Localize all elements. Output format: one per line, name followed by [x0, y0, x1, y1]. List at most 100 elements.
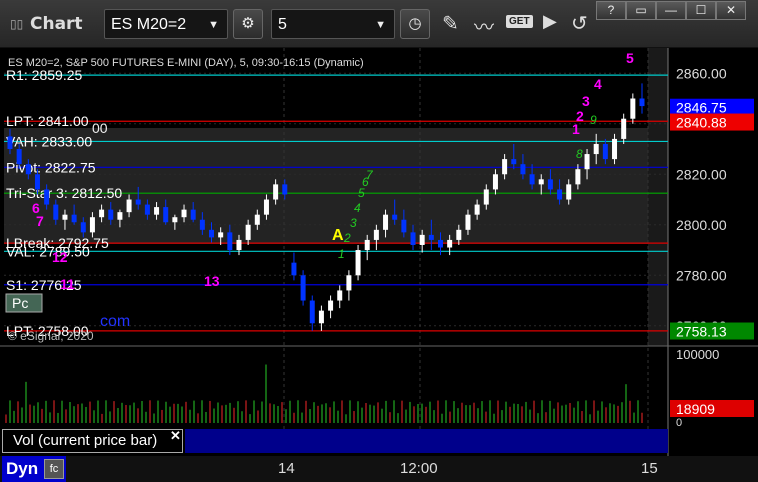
replay-icon[interactable]: ↺	[571, 11, 588, 36]
restore-button[interactable]: ▭	[626, 1, 656, 20]
candle-body	[575, 169, 581, 185]
candle-body	[34, 174, 40, 190]
help-button[interactable]: ?	[596, 1, 626, 20]
interval-value: 5	[278, 16, 287, 33]
candle-body	[447, 239, 453, 248]
x-tick-1200: 12:00	[400, 460, 438, 477]
candle-body	[282, 184, 288, 195]
price-chart[interactable]: R1: 2859.25LPT: 2841.00VAH: 2833.00Pivot…	[0, 48, 758, 457]
candle-body	[273, 184, 279, 200]
interval-dropdown[interactable]: 5 ▼	[271, 9, 395, 39]
symbol-value: ES M20=2	[111, 16, 187, 33]
candle-body	[383, 214, 389, 230]
candle-body	[557, 189, 563, 200]
candle-body	[218, 232, 224, 238]
candle-body	[630, 98, 636, 119]
get-label: GET	[509, 16, 530, 27]
volume-study-text: Vol (current price bar)	[13, 432, 158, 449]
candle-body	[199, 219, 205, 230]
clock-icon[interactable]: ◷	[400, 9, 430, 39]
candle-body	[190, 209, 196, 220]
copyright: © eSignal, 2020	[8, 329, 94, 343]
chart-background	[0, 48, 758, 457]
window-title: Chart	[30, 14, 83, 34]
help-label: ?	[607, 3, 615, 17]
level-label: LPT: 2841.00	[6, 113, 89, 129]
candle-body	[154, 207, 160, 215]
candle-body	[108, 209, 114, 220]
candle-body	[538, 179, 544, 185]
candle-body	[529, 174, 535, 185]
study-icon[interactable]: 〰	[474, 11, 494, 40]
candle-body	[227, 232, 233, 251]
candle-body	[502, 159, 508, 175]
candle-body	[25, 164, 31, 175]
candle-body	[419, 234, 425, 245]
play-icon[interactable]: ▶	[543, 11, 557, 32]
candle-body	[465, 214, 471, 230]
symbol-settings-gear-icon[interactable]: ⚙	[233, 9, 263, 39]
candle-body	[337, 290, 343, 301]
candle-body	[135, 199, 141, 205]
volume-study-band	[185, 429, 668, 453]
candle-body	[456, 229, 462, 240]
candle-body	[355, 250, 361, 276]
setup-count-magenta: 13	[204, 273, 220, 289]
candle-body	[181, 209, 187, 218]
price-tag-label: 2758.13	[676, 324, 727, 340]
candle-body	[428, 234, 434, 240]
candle-body	[80, 222, 86, 233]
pc-label: Pc	[12, 295, 28, 311]
candle-body	[410, 232, 416, 245]
candle-body	[566, 184, 572, 200]
setup-count-green: 9	[590, 113, 597, 127]
y-tick-label: 2820.00	[676, 166, 727, 182]
setup-count-magenta: 11	[60, 276, 75, 292]
candle-body	[474, 204, 480, 215]
candle-body	[126, 199, 132, 213]
restore-label: ▭	[635, 3, 647, 17]
get-button[interactable]: GET	[506, 15, 533, 28]
candle-body	[236, 239, 242, 251]
close-button[interactable]: ✕	[716, 1, 746, 20]
price-tag-label: 2846.75	[676, 100, 727, 116]
y-tick-label: 2860.00	[676, 65, 727, 81]
maximize-label: ☐	[695, 3, 707, 17]
volume-study-label[interactable]: Vol (current price bar)	[2, 429, 183, 453]
vol-tick-bottom: 0	[676, 417, 682, 429]
candle-body	[621, 118, 627, 139]
x-tick-15: 15	[641, 460, 658, 477]
symbol-dropdown[interactable]: ES M20=2 ▼	[104, 9, 228, 39]
level-label: Tri-Star 3: 2812.50	[6, 185, 122, 201]
candle-body	[99, 209, 105, 218]
candle-body	[401, 219, 407, 233]
x-tick-14: 14	[278, 460, 295, 477]
chevron-down-icon: ▼	[375, 19, 386, 31]
minimize-label: —	[665, 3, 677, 17]
candle-body	[209, 229, 215, 238]
extra-label-00: 00	[92, 120, 108, 136]
formula-icon[interactable]: fc	[44, 459, 64, 479]
close-study-icon[interactable]: ✕	[170, 428, 181, 444]
candle-body	[346, 275, 352, 291]
maximize-button[interactable]: ☐	[686, 1, 716, 20]
marker-a: A	[332, 227, 344, 244]
candle-body	[612, 138, 618, 160]
setup-count-magenta: 12	[52, 249, 68, 265]
candle-body	[44, 189, 50, 205]
candle-body	[89, 217, 95, 233]
chevron-down-icon: ▼	[208, 19, 219, 31]
level-label: VAL: 2789.50	[6, 243, 90, 259]
candle-body	[392, 214, 398, 220]
candle-body	[602, 143, 608, 160]
candle-body	[117, 212, 123, 220]
volume-tag-label: 18909	[676, 401, 715, 417]
candle-body	[71, 214, 77, 223]
pencil-icon[interactable]: ✎	[442, 11, 459, 36]
candle-body	[300, 275, 306, 301]
candle-body	[547, 179, 553, 190]
minimize-button[interactable]: —	[656, 1, 686, 20]
setup-count-magenta: 7	[36, 213, 44, 229]
setup-count-magenta: 5	[626, 50, 634, 66]
candle-body	[318, 310, 324, 324]
